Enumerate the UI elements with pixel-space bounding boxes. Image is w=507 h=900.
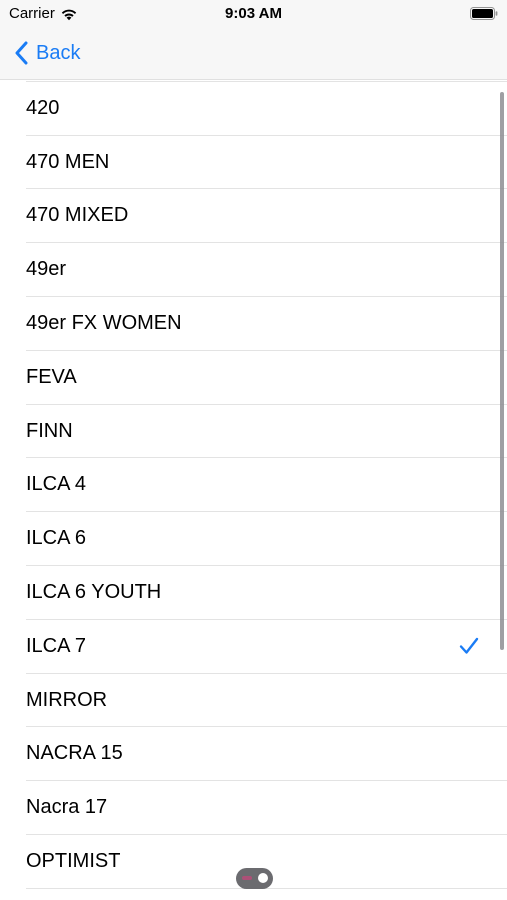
chevron-left-icon [15,41,28,65]
boat-class-list[interactable]: 29er 420 470 MEN 470 MIXED 49er 49er FX … [0,80,507,900]
list-item-ilca-6-youth[interactable]: ILCA 6 YOUTH [26,566,507,620]
accessibility-toggle[interactable] [236,868,273,889]
toggle-knob-icon [258,873,268,883]
list-item-label: FINN [26,419,73,442]
list-item-420[interactable]: 420 [26,82,507,136]
list-item-label: 420 [26,96,60,119]
list-item-label: NACRA 15 [26,742,123,765]
list-item-mirror[interactable]: MIRROR [26,674,507,728]
navigation-bar: Back [0,28,507,80]
list-item-49er-fx-women[interactable]: 49er FX WOMEN [26,297,507,351]
list-item-ilca-6[interactable]: ILCA 6 [26,512,507,566]
screen: Carrier 9:03 AM Back 29er [0,0,507,900]
list-item-label: ILCA 7 [26,634,87,657]
list-item-finn[interactable]: FINN [26,405,507,459]
back-button-label: Back [36,41,81,64]
list-item-nacra-17[interactable]: Nacra 17 [26,781,507,835]
list-item-470-men[interactable]: 470 MEN [26,136,507,190]
list-item-label: 470 MIXED [26,204,129,227]
list-item-label: FEVA [26,365,77,388]
list-item-ilca-7[interactable]: ILCA 7 [26,620,507,674]
list-item-label: ILCA 4 [26,473,87,496]
battery-icon [470,7,498,20]
list-item-label: MIRROR [26,688,108,711]
list-item-feva[interactable]: FEVA [26,351,507,405]
list-item-label: ILCA 6 YOUTH [26,580,162,603]
list-item-49er[interactable]: 49er [26,243,507,297]
list-item-label: 49er FX WOMEN [26,311,182,334]
list-item-ilca-4[interactable]: ILCA 4 [26,458,507,513]
back-button[interactable]: Back [14,38,80,68]
list-item-label: OPTIMIST [26,849,121,872]
list-item-nacra-15[interactable]: NACRA 15 [26,727,507,782]
list-item-470-mixed[interactable]: 470 MIXED [26,189,507,244]
vertical-scrollbar[interactable] [500,92,504,650]
toggle-track-icon [242,876,252,880]
boat-class-list-content: 29er 420 470 MEN 470 MIXED 49er 49er FX … [0,80,507,889]
list-item-label: 470 MEN [26,150,110,173]
list-item-label: ILCA 6 [26,527,87,550]
checkmark-icon [459,637,479,654]
list-item-label: Nacra 17 [26,796,108,819]
status-bar: Carrier 9:03 AM [0,0,507,28]
status-time: 9:03 AM [225,5,282,22]
list-item-label: 49er [26,258,67,281]
